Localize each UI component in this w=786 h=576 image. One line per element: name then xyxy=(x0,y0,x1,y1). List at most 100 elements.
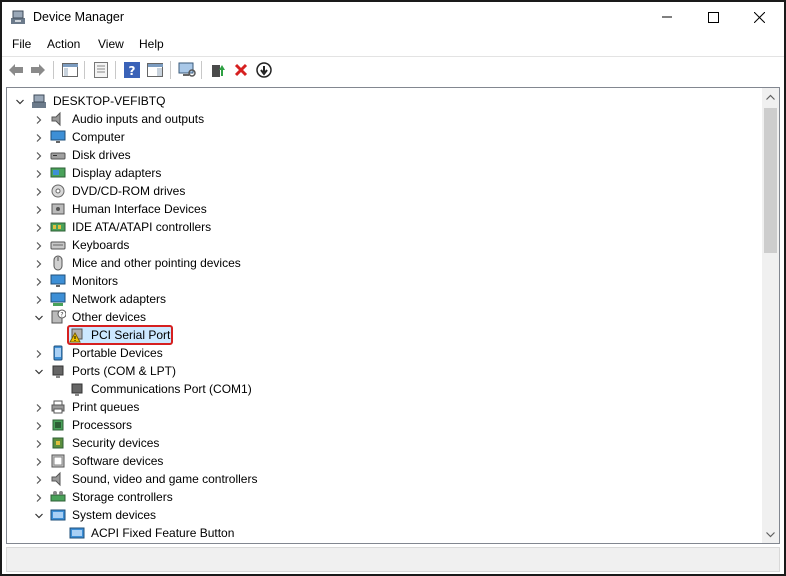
scroll-thumb[interactable] xyxy=(764,108,777,253)
chevron-right-icon[interactable] xyxy=(34,474,44,484)
monitor-icon xyxy=(50,273,66,289)
tree-category-row[interactable]: Sound, video and game controllers xyxy=(7,470,747,488)
chevron-right-icon[interactable] xyxy=(34,150,44,160)
chevron-right-icon[interactable] xyxy=(34,114,44,124)
device-tree[interactable]: DESKTOP-VEFIBTQ Audio inputs and outputs C… xyxy=(6,87,780,544)
chevron-right-icon[interactable] xyxy=(34,276,44,286)
system-device-icon xyxy=(69,525,85,541)
menu-file[interactable]: File xyxy=(12,37,31,51)
update-driver-button[interactable] xyxy=(208,60,228,80)
chevron-right-icon[interactable] xyxy=(34,168,44,178)
tree-child-row[interactable]: ACPI Fixed Feature Button xyxy=(7,524,747,542)
maximize-button[interactable] xyxy=(690,2,736,32)
vertical-scrollbar[interactable] xyxy=(762,88,779,543)
tree-child-row[interactable]: Communications Port (COM1) xyxy=(7,380,747,398)
tree-category-row[interactable]: Ports (COM & LPT) xyxy=(7,362,747,380)
dvd-icon xyxy=(50,183,66,199)
minimize-icon xyxy=(662,16,672,18)
chevron-right-icon[interactable] xyxy=(34,222,44,232)
disk-drive-icon xyxy=(50,147,66,163)
tree-category-row[interactable]: Audio inputs and outputs xyxy=(7,110,747,128)
scroll-up-button[interactable] xyxy=(762,88,779,105)
tree-child-row[interactable]: PCI Serial Port xyxy=(7,325,747,345)
toolbar-separator xyxy=(201,61,202,79)
tree-category-row[interactable]: ? Other devices xyxy=(7,308,747,326)
tree-root-row[interactable]: DESKTOP-VEFIBTQ xyxy=(7,92,747,110)
tree-category-row[interactable]: Storage controllers xyxy=(7,488,747,506)
tree-category-row[interactable]: Security devices xyxy=(7,434,747,452)
tree-category-row[interactable]: Network adapters xyxy=(7,290,747,308)
minimize-button[interactable] xyxy=(644,2,690,32)
menu-help[interactable]: Help xyxy=(139,37,164,51)
chevron-right-icon[interactable] xyxy=(34,186,44,196)
toolbar-separator xyxy=(170,61,171,79)
toolbar-separator xyxy=(115,61,116,79)
tree-category-row[interactable]: Keyboards xyxy=(7,236,747,254)
svg-text:?: ? xyxy=(60,312,63,319)
display-adapter-icon xyxy=(50,165,66,181)
tree-category-row[interactable]: System devices xyxy=(7,506,747,524)
chevron-right-icon[interactable] xyxy=(34,294,44,304)
chevron-right-icon[interactable] xyxy=(34,492,44,502)
tree-category-row[interactable]: Disk drives xyxy=(7,146,747,164)
chevron-right-icon[interactable] xyxy=(34,240,44,250)
properties-button[interactable] xyxy=(91,60,111,80)
tree-item-label: ACPI Fixed Feature Button xyxy=(91,526,235,540)
tree-category-row[interactable]: Display adapters xyxy=(7,164,747,182)
forward-button[interactable] xyxy=(28,60,48,80)
tree-item-label: Display adapters xyxy=(72,166,162,180)
show-hide-console-tree-button[interactable] xyxy=(60,60,80,80)
close-button[interactable] xyxy=(736,2,782,32)
tree-item-label: Human Interface Devices xyxy=(72,202,207,216)
chevron-right-icon[interactable] xyxy=(34,402,44,412)
back-button[interactable] xyxy=(6,60,26,80)
chevron-right-icon[interactable] xyxy=(34,420,44,430)
menu-view[interactable]: View xyxy=(98,37,124,51)
scroll-down-button[interactable] xyxy=(762,526,779,543)
chevron-down-icon[interactable] xyxy=(34,312,44,322)
status-bar xyxy=(6,547,780,572)
tree-category-row[interactable]: Mice and other pointing devices xyxy=(7,254,747,272)
tree-category-row[interactable]: Print queues xyxy=(7,398,747,416)
forward-arrow-icon xyxy=(31,64,45,76)
chevron-right-icon[interactable] xyxy=(34,132,44,142)
tree-category-row[interactable]: Processors xyxy=(7,416,747,434)
tree-category-row[interactable]: Portable Devices xyxy=(7,344,747,362)
chevron-right-icon[interactable] xyxy=(34,348,44,358)
uninstall-device-icon xyxy=(234,63,248,77)
window-title: Device Manager xyxy=(33,10,125,24)
chevron-right-icon[interactable] xyxy=(34,456,44,466)
chevron-right-icon[interactable] xyxy=(34,438,44,448)
security-chip-icon xyxy=(50,435,66,451)
help-icon: ? xyxy=(124,62,140,78)
disable-device-button[interactable] xyxy=(254,60,274,80)
tree-item-label: Processors xyxy=(72,418,133,432)
tree-item-label: IDE ATA/ATAPI controllers xyxy=(72,220,212,234)
chevron-right-icon[interactable] xyxy=(34,204,44,214)
help-button[interactable]: ? xyxy=(122,60,142,80)
tree-category-row[interactable]: IDE ATA/ATAPI controllers xyxy=(7,218,747,236)
tree-item-label: Monitors xyxy=(72,274,119,288)
action-pane-icon xyxy=(147,63,163,77)
tree-category-row[interactable]: Monitors xyxy=(7,272,747,290)
chevron-right-icon[interactable] xyxy=(34,258,44,268)
back-arrow-icon xyxy=(9,64,23,76)
tree-item-label: Network adapters xyxy=(72,292,167,306)
tree-root-label: DESKTOP-VEFIBTQ xyxy=(53,94,166,108)
tree-category-row[interactable]: Computer xyxy=(7,128,747,146)
scan-hardware-button[interactable] xyxy=(177,60,197,80)
tree-category-row[interactable]: DVD/CD-ROM drives xyxy=(7,182,747,200)
action-pane-button[interactable] xyxy=(145,60,165,80)
computer-root-icon xyxy=(31,93,47,109)
port-icon xyxy=(69,381,85,397)
software-device-icon xyxy=(50,453,66,469)
chevron-down-icon[interactable] xyxy=(15,96,25,106)
uninstall-device-button[interactable] xyxy=(231,60,251,80)
device-manager-icon xyxy=(10,9,26,25)
chevron-down-icon[interactable] xyxy=(34,366,44,376)
chevron-down-icon[interactable] xyxy=(34,510,44,520)
system-device-icon xyxy=(50,507,66,523)
tree-category-row[interactable]: Software devices xyxy=(7,452,747,470)
menu-action[interactable]: Action xyxy=(47,37,80,51)
tree-category-row[interactable]: Human Interface Devices xyxy=(7,200,747,218)
